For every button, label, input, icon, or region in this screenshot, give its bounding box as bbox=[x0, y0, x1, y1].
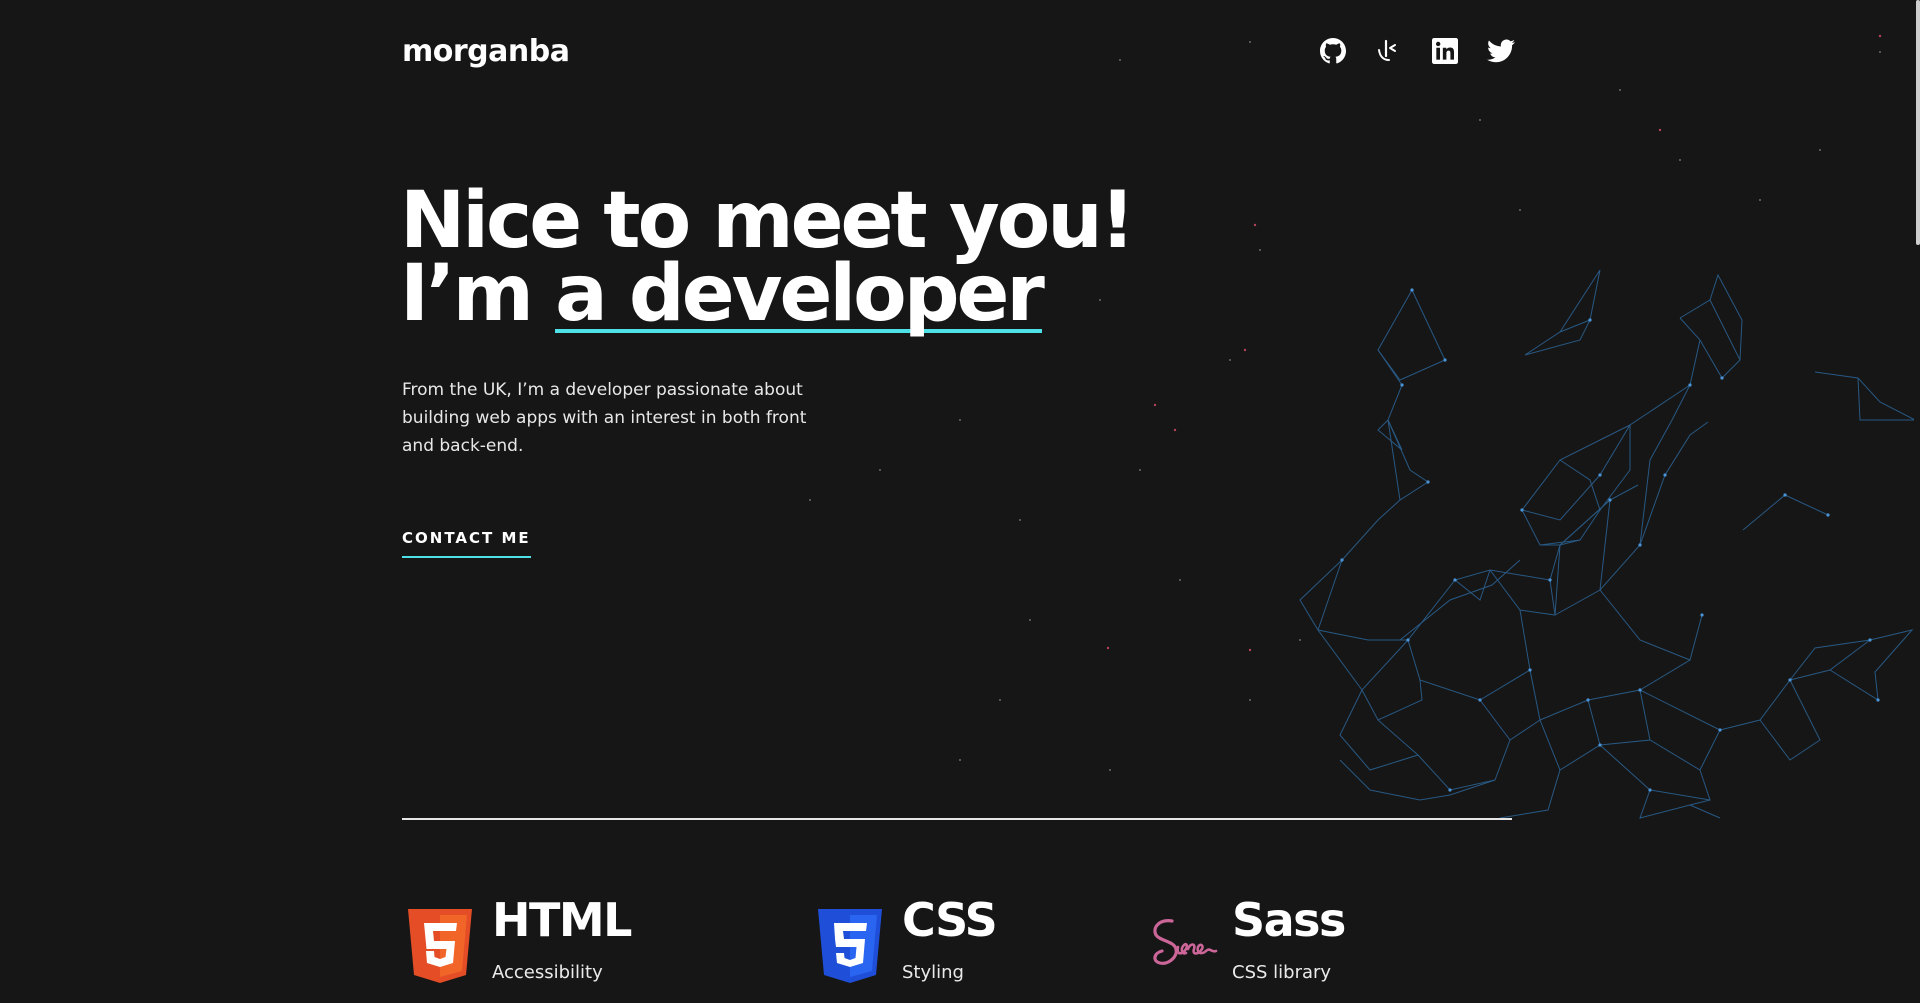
skill-name: CSS bbox=[902, 893, 998, 947]
social-links bbox=[1318, 36, 1516, 66]
hero-title: Nice to meet you! I’m a developer bbox=[400, 176, 1135, 339]
portfolio-page: morganba Nice to meet you! I’m a develop… bbox=[0, 0, 1920, 1003]
skill-desc: Styling bbox=[902, 962, 964, 983]
hero-title-highlight: a developer bbox=[555, 249, 1045, 339]
sass-icon bbox=[1153, 919, 1218, 965]
contact-me-button[interactable]: CONTACT ME bbox=[402, 529, 531, 558]
hero-title-line1: Nice to meet you! bbox=[400, 176, 1135, 266]
skill-name: HTML bbox=[492, 893, 632, 947]
twitter-icon bbox=[1487, 39, 1515, 63]
frontend-mentor-icon bbox=[1378, 39, 1396, 61]
skills-section: HTML Accessibility CSS Styling Sass CSS … bbox=[402, 893, 1512, 1003]
hero-title-line2: I’m a developer bbox=[400, 249, 1132, 339]
scrollbar[interactable] bbox=[1914, 0, 1920, 1003]
skill-desc: CSS library bbox=[1232, 962, 1332, 983]
twitter-link[interactable] bbox=[1486, 36, 1516, 66]
network-background bbox=[809, 34, 1916, 819]
github-link[interactable] bbox=[1318, 36, 1348, 66]
scrollbar-thumb[interactable] bbox=[1916, 0, 1920, 245]
linkedin-icon bbox=[1432, 38, 1458, 64]
hero-title-prefix: I’m bbox=[400, 249, 556, 339]
section-divider bbox=[402, 818, 1512, 820]
linkedin-link[interactable] bbox=[1430, 36, 1460, 66]
hero-intro: From the UK, I’m a developer passionate … bbox=[402, 380, 807, 456]
frontend-mentor-link[interactable] bbox=[1374, 36, 1404, 66]
site-logo[interactable]: morganba bbox=[402, 34, 570, 69]
html5-icon bbox=[408, 909, 472, 983]
github-icon bbox=[1320, 38, 1346, 64]
skill-name: Sass bbox=[1232, 893, 1346, 947]
css3-icon bbox=[818, 909, 882, 983]
skill-desc: Accessibility bbox=[492, 962, 603, 983]
